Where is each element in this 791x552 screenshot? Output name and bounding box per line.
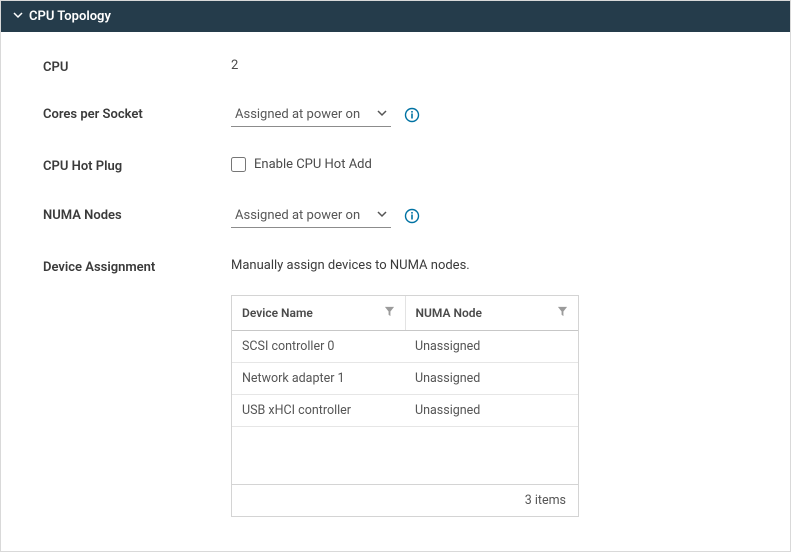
device-assignment-table: Device Name NUMA Node SCSI controller 0: [231, 295, 579, 517]
table-row[interactable]: USB xHCI controller Unassigned: [232, 395, 578, 427]
column-numa-node-label: NUMA Node: [416, 306, 482, 320]
table-header: Device Name NUMA Node: [232, 296, 578, 331]
column-device-name[interactable]: Device Name: [232, 296, 406, 330]
label-device-assignment: Device Assignment: [43, 258, 231, 275]
label-cpu-hot-plug: CPU Hot Plug: [43, 157, 231, 174]
chevron-down-icon: [371, 208, 387, 223]
table-row[interactable]: SCSI controller 0 Unassigned: [232, 331, 578, 363]
cores-per-socket-select[interactable]: Assigned at power on: [231, 105, 391, 127]
filter-icon[interactable]: [557, 306, 568, 320]
table-row[interactable]: Network adapter 1 Unassigned: [232, 363, 578, 395]
cores-per-socket-value: Assigned at power on: [235, 107, 371, 122]
enable-cpu-hot-add-input[interactable]: [231, 157, 246, 172]
numa-nodes-select[interactable]: Assigned at power on: [231, 206, 391, 228]
info-icon[interactable]: [404, 208, 420, 224]
label-cores-per-socket: Cores per Socket: [43, 105, 231, 122]
cell-device-name: SCSI controller 0: [232, 331, 405, 362]
section-content: CPU 2 Cores per Socket Assigned at power…: [1, 32, 790, 537]
cell-numa-node: Unassigned: [405, 395, 578, 426]
info-icon[interactable]: [404, 107, 420, 123]
row-cpu: CPU 2: [43, 58, 790, 75]
row-device-assignment: Device Assignment Manually assign device…: [43, 258, 790, 517]
table-item-count: 3 items: [525, 493, 566, 508]
chevron-down-icon: [13, 9, 29, 24]
chevron-down-icon: [371, 107, 387, 122]
row-cpu-hot-plug: CPU Hot Plug Enable CPU Hot Add: [43, 157, 790, 176]
row-numa-nodes: NUMA Nodes Assigned at power on: [43, 206, 790, 228]
cell-numa-node: Unassigned: [405, 363, 578, 394]
filter-icon[interactable]: [384, 306, 395, 320]
value-cpu: 2: [231, 58, 790, 73]
table-empty-space: [232, 427, 578, 485]
table-footer: 3 items: [232, 485, 578, 516]
cell-device-name: Network adapter 1: [232, 363, 405, 394]
label-cpu: CPU: [43, 58, 231, 75]
numa-nodes-value: Assigned at power on: [235, 208, 371, 223]
device-assignment-desc: Manually assign devices to NUMA nodes.: [231, 258, 790, 273]
cell-device-name: USB xHCI controller: [232, 395, 405, 426]
cell-numa-node: Unassigned: [405, 331, 578, 362]
section-title: CPU Topology: [29, 9, 111, 24]
enable-cpu-hot-add-checkbox[interactable]: Enable CPU Hot Add: [231, 157, 372, 172]
row-cores-per-socket: Cores per Socket Assigned at power on: [43, 105, 790, 127]
section-header[interactable]: CPU Topology: [1, 1, 790, 32]
enable-cpu-hot-add-label: Enable CPU Hot Add: [254, 157, 372, 172]
label-numa-nodes: NUMA Nodes: [43, 206, 231, 223]
column-device-name-label: Device Name: [242, 306, 313, 320]
column-numa-node[interactable]: NUMA Node: [406, 296, 579, 330]
